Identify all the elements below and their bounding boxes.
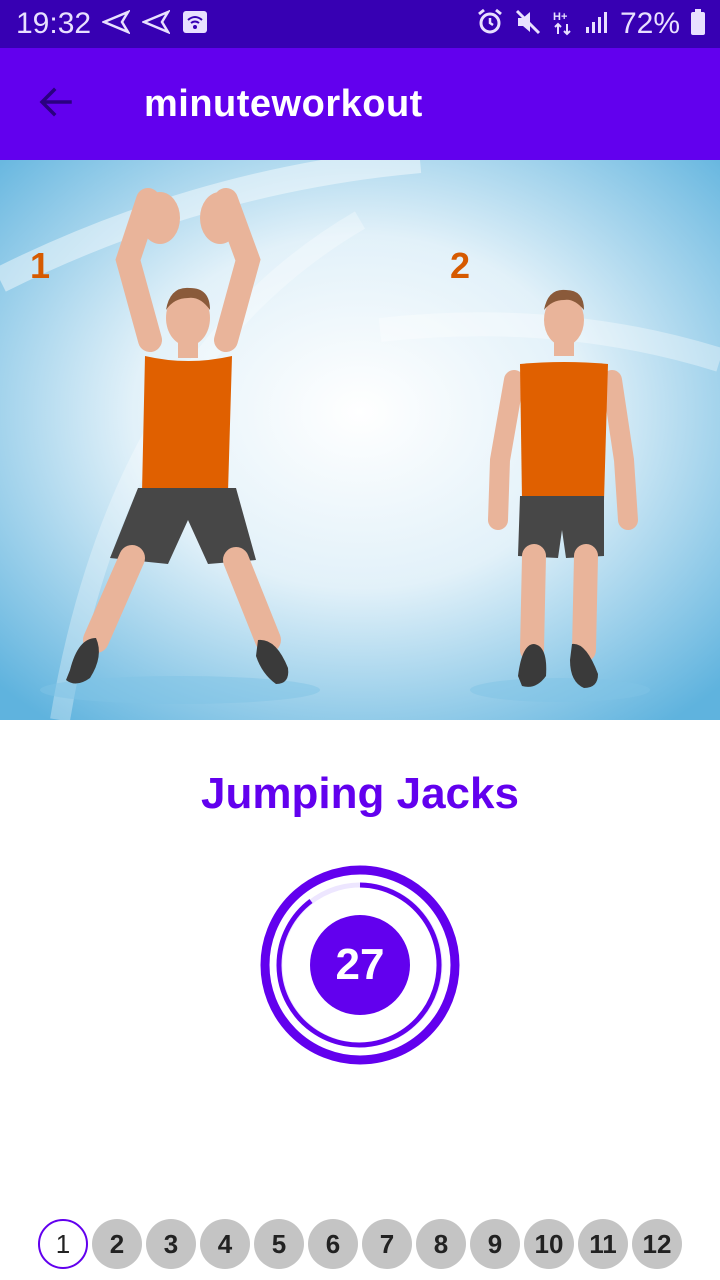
alarm-icon: [476, 8, 504, 41]
svg-text:H+: H+: [553, 11, 567, 23]
signal-icon: [584, 9, 610, 40]
exercise-name: Jumping Jacks: [201, 769, 519, 818]
wifi-icon: [182, 10, 208, 39]
navigation-icon: [140, 9, 172, 39]
exercise-item-4[interactable]: 4: [200, 1219, 250, 1269]
exercise-status-list: 1 2 3 4 5 6 7 8 9 10 11 12: [38, 1219, 682, 1269]
battery-icon: [690, 8, 706, 41]
exercise-item-2[interactable]: 2: [92, 1219, 142, 1269]
status-time: 19:32: [16, 7, 92, 40]
status-bar: 19:32 H+ 72%: [0, 0, 720, 48]
exercise-image: 1 2: [0, 160, 720, 720]
battery-percent: 72%: [619, 7, 680, 40]
step-label-1: 1: [30, 245, 50, 286]
status-right-icons: H+ 72%: [476, 6, 706, 42]
arrow-back-icon: [38, 84, 74, 125]
exercise-item-7[interactable]: 7: [362, 1219, 412, 1269]
app-title: minuteworkout: [144, 83, 423, 125]
exercise-item-10[interactable]: 10: [524, 1219, 574, 1269]
exercise-item-12[interactable]: 12: [632, 1219, 682, 1269]
exercise-item-9[interactable]: 9: [470, 1219, 520, 1269]
exercise-item-5[interactable]: 5: [254, 1219, 304, 1269]
status-left-icons: [100, 9, 208, 39]
exercise-timer: 27: [259, 864, 461, 1066]
exercise-item-1[interactable]: 1: [38, 1219, 88, 1269]
hplus-data-icon: H+: [552, 8, 574, 41]
timer-value: 27: [335, 940, 385, 989]
exercise-item-6[interactable]: 6: [308, 1219, 358, 1269]
mute-icon: [514, 8, 542, 41]
exercise-item-3[interactable]: 3: [146, 1219, 196, 1269]
navigation-icon: [100, 9, 132, 39]
exercise-item-8[interactable]: 8: [416, 1219, 466, 1269]
step-label-2: 2: [450, 245, 470, 286]
back-button[interactable]: [28, 76, 84, 132]
app-bar: minuteworkout: [0, 48, 720, 160]
exercise-item-11[interactable]: 11: [578, 1219, 628, 1269]
